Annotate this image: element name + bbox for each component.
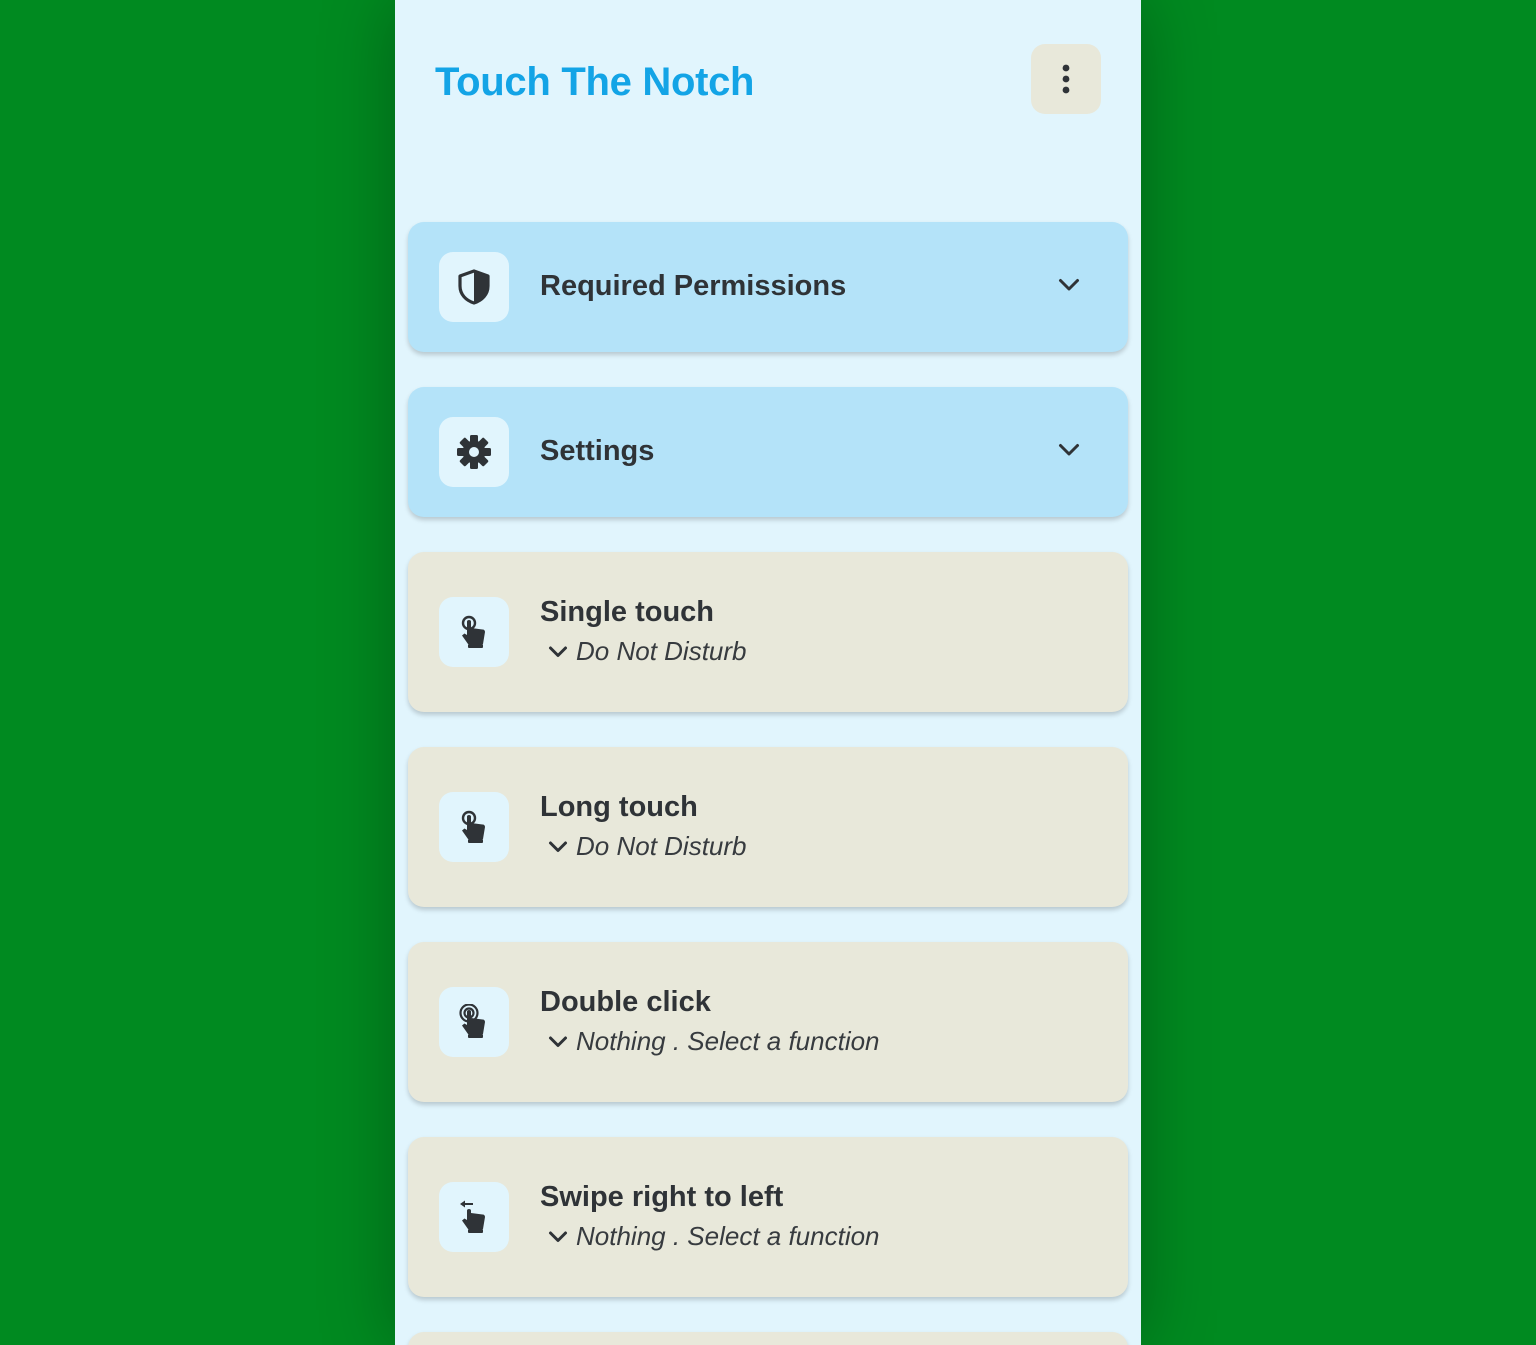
touch-icon	[461, 810, 485, 843]
chevron-down-icon[interactable]	[1056, 272, 1082, 298]
shield-icon	[458, 269, 490, 305]
app-title: Touch The Notch	[435, 60, 755, 104]
gesture-function-dropdown[interactable]: Nothing . Select a function	[548, 1221, 880, 1252]
gesture-title: Double click	[540, 986, 711, 1018]
gear-icon	[457, 435, 491, 469]
section-icon-box	[439, 252, 509, 322]
gesture-title: Long touch	[540, 791, 698, 823]
gesture-function-value: Do Not Disturb	[576, 636, 747, 666]
gesture-icon-box	[439, 987, 509, 1057]
more-vertical-icon	[1062, 64, 1070, 94]
gesture-icon-box	[439, 1182, 509, 1252]
gesture-function-value: Do Not Disturb	[576, 831, 747, 861]
chevron-down-icon	[549, 1036, 567, 1047]
section-title: Required Permissions	[540, 270, 847, 302]
overflow-menu-button[interactable]	[1031, 44, 1101, 114]
gesture-card-long-touch[interactable]: Long touch Do Not Disturb	[408, 747, 1128, 907]
chevron-down-icon[interactable]	[1056, 437, 1082, 463]
gesture-function-value: Nothing . Select a function	[576, 1026, 880, 1056]
gesture-card-swipe-right-to-left[interactable]: Swipe right to left Nothing . Select a f…	[408, 1137, 1128, 1297]
gesture-title: Swipe right to left	[540, 1181, 784, 1213]
gesture-title: Single touch	[540, 596, 714, 628]
swipe-left-icon	[460, 1200, 485, 1233]
gesture-icon-box	[439, 597, 509, 667]
double-tap-icon	[459, 1004, 485, 1038]
touch-icon	[461, 615, 485, 648]
section-required-permissions[interactable]: Required Permissions	[408, 222, 1128, 352]
chevron-down-icon	[549, 841, 567, 852]
gesture-function-dropdown[interactable]: Do Not Disturb	[548, 831, 747, 862]
section-icon-box	[439, 417, 509, 487]
gesture-card-single-touch[interactable]: Single touch Do Not Disturb	[408, 552, 1128, 712]
gesture-card-double-click[interactable]: Double click Nothing . Select a function	[408, 942, 1128, 1102]
gesture-function-dropdown[interactable]: Nothing . Select a function	[548, 1026, 880, 1057]
gesture-function-value: Nothing . Select a function	[576, 1221, 880, 1251]
gesture-function-dropdown[interactable]: Do Not Disturb	[548, 636, 747, 667]
chevron-down-icon	[549, 1231, 567, 1242]
section-settings[interactable]: Settings	[408, 387, 1128, 517]
chevron-down-icon	[549, 646, 567, 657]
gesture-card-partial[interactable]	[408, 1332, 1128, 1345]
gesture-icon-box	[439, 792, 509, 862]
section-title: Settings	[540, 435, 655, 467]
app-screen: Touch The Notch Required Permissions Set…	[395, 0, 1141, 1345]
